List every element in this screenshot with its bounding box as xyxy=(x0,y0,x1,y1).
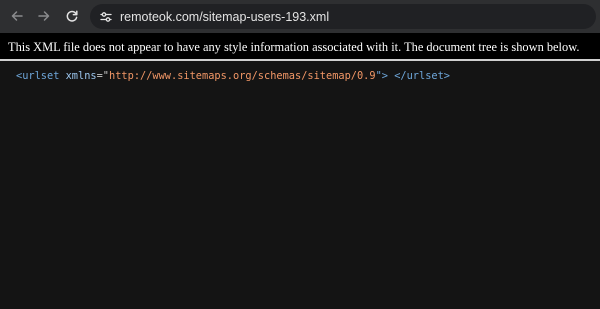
browser-toolbar: remoteok.com/sitemap-users-193.xml xyxy=(0,0,600,33)
page-content: This XML file does not appear to have an… xyxy=(0,33,600,309)
site-info-button[interactable] xyxy=(96,7,116,27)
xml-attr-name: xmlns xyxy=(65,70,97,82)
arrow-right-icon xyxy=(38,11,50,21)
forward-button[interactable] xyxy=(33,5,55,27)
address-bar[interactable]: remoteok.com/sitemap-users-193.xml xyxy=(90,4,596,29)
url-text[interactable]: remoteok.com/sitemap-users-193.xml xyxy=(120,10,329,24)
tune-icon xyxy=(100,11,112,22)
xml-open-tag-end: "> xyxy=(375,70,388,82)
reload-icon xyxy=(66,10,78,22)
xml-style-info-banner: This XML file does not appear to have an… xyxy=(0,33,600,61)
xml-document-tree: <urlset xmlns="http://www.sitemaps.org/s… xyxy=(16,70,450,82)
xml-style-info-message: This XML file does not appear to have an… xyxy=(8,40,580,54)
xml-attr-value: http://www.sitemaps.org/schemas/sitemap/… xyxy=(109,70,376,82)
arrow-left-icon xyxy=(11,11,23,21)
back-button[interactable] xyxy=(6,5,28,27)
xml-attr-equals: =" xyxy=(96,70,110,82)
xml-open-tag: <urlset xyxy=(16,70,60,82)
reload-button[interactable] xyxy=(61,5,83,27)
xml-close-tag: </urlset> xyxy=(394,70,450,82)
